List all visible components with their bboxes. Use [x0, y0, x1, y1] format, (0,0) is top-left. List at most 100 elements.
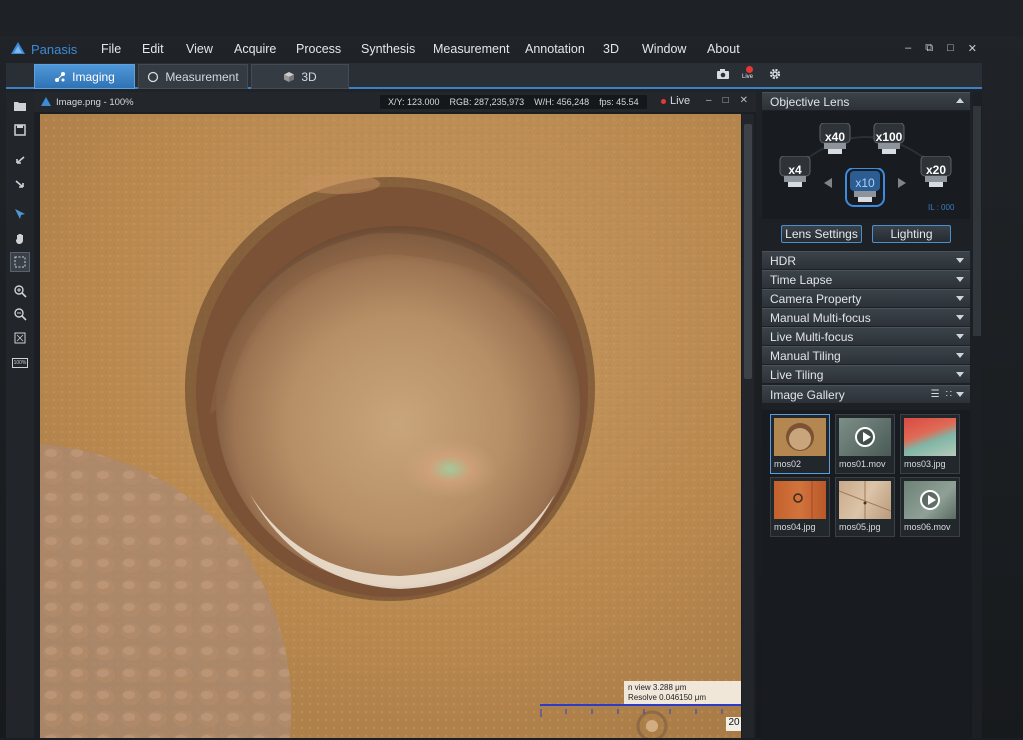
- undo-icon[interactable]: [11, 152, 29, 168]
- lens-x4[interactable]: x4: [778, 155, 812, 190]
- viewer-scrollbar[interactable]: [742, 114, 754, 738]
- gallery-item[interactable]: mos06.mov: [900, 477, 960, 537]
- pan-hand-icon[interactable]: [11, 230, 29, 246]
- live-record-button[interactable]: Live: [742, 66, 756, 82]
- gallery-item[interactable]: mos04.jpg: [770, 477, 830, 537]
- lens-label: x40: [824, 130, 846, 144]
- maximize-icon[interactable]: □: [947, 42, 954, 55]
- viewer-header: Image.png - 100% X/Y: 123.000 RGB: 287,2…: [34, 92, 756, 112]
- open-folder-icon[interactable]: [11, 98, 29, 114]
- zoom-out-icon[interactable]: [11, 306, 29, 322]
- close-icon[interactable]: ✕: [968, 42, 977, 55]
- rect-select-icon[interactable]: [10, 252, 30, 272]
- lens-x20[interactable]: x20: [919, 155, 953, 190]
- right-panel-scrollbar[interactable]: [972, 92, 982, 738]
- menu-measurement[interactable]: Measurement: [433, 42, 509, 56]
- imaging-icon: [55, 71, 66, 82]
- logo-icon: [11, 42, 25, 54]
- section-live-multi-focus[interactable]: Live Multi-focus: [762, 327, 970, 345]
- expand-caret-icon: [956, 334, 964, 339]
- menu-window[interactable]: Window: [642, 42, 686, 56]
- minimize-icon[interactable]: –: [905, 42, 911, 55]
- menu-acquire[interactable]: Acquire: [234, 42, 276, 56]
- right-panel: Objective Lens x40 x100 x4 x20 x10 IL: …: [762, 92, 970, 740]
- image-gallery: mos02 mos01.mov mos03.jpg mos04.jpg mos0…: [762, 410, 970, 740]
- expand-caret-icon: [956, 315, 964, 320]
- section-image-gallery[interactable]: Image Gallery ☰ ∷: [762, 385, 970, 403]
- minimize-icon[interactable]: –: [706, 95, 712, 106]
- section-title: Live Tiling: [770, 367, 824, 382]
- viewer-stats: X/Y: 123.000 RGB: 287,235,973 W/H: 456,2…: [380, 95, 647, 109]
- microscope-image-canvas: [40, 114, 741, 738]
- restore-icon[interactable]: ⧉: [925, 42, 933, 55]
- menu-about[interactable]: About: [707, 42, 740, 56]
- section-hdr[interactable]: HDR: [762, 251, 970, 269]
- section-title: Manual Tiling: [770, 348, 841, 363]
- lighting-button[interactable]: Lighting: [872, 225, 951, 243]
- gallery-item[interactable]: mos01.mov: [835, 414, 895, 474]
- thumbnail-name: mos02: [774, 459, 802, 469]
- menu-file[interactable]: File: [101, 42, 121, 56]
- menu-3d[interactable]: 3D: [603, 42, 619, 56]
- thumbnail-name: mos05.jpg: [839, 522, 881, 532]
- lens-label: x4: [788, 163, 802, 177]
- scale-view-text: n view 3.288 μm: [628, 683, 687, 692]
- thumbnail: [904, 418, 956, 456]
- gallery-view-tools: ☰ ∷: [931, 389, 952, 400]
- lens-settings-button[interactable]: Lens Settings: [781, 225, 862, 243]
- section-manual-tiling[interactable]: Manual Tiling: [762, 346, 970, 364]
- zoom-100-icon[interactable]: 100%: [11, 355, 29, 371]
- scale-resolve-text: Resolve 0.046150 μm: [628, 693, 706, 702]
- zoom-in-icon[interactable]: [11, 283, 29, 299]
- save-icon[interactable]: [11, 122, 29, 138]
- redo-icon[interactable]: [11, 176, 29, 192]
- scrollbar-thumb[interactable]: [744, 124, 752, 379]
- fps-readout: fps: 45.54: [599, 97, 639, 107]
- close-icon[interactable]: ✕: [740, 95, 748, 106]
- select-arrow-icon[interactable]: [11, 206, 29, 222]
- section-time-lapse[interactable]: Time Lapse: [762, 270, 970, 288]
- section-objective-lens[interactable]: Objective Lens: [762, 92, 970, 110]
- thumbnail: [774, 418, 826, 456]
- expand-caret-icon: [956, 392, 964, 397]
- expand-caret-icon: [956, 296, 964, 301]
- grid-view-icon[interactable]: ∷: [946, 389, 952, 400]
- menu-process[interactable]: Process: [296, 42, 341, 56]
- live-label: Live: [670, 95, 691, 107]
- scrollbar-thumb[interactable]: [973, 106, 981, 336]
- app-name: Panasis: [31, 41, 78, 57]
- gallery-item[interactable]: mos03.jpg: [900, 414, 960, 474]
- gallery-item[interactable]: mos02: [770, 414, 830, 474]
- tab-measurement[interactable]: Measurement: [138, 64, 248, 89]
- menu-bar: Panasis File Edit View Acquire Process S…: [0, 36, 1023, 62]
- camera-icon[interactable]: [716, 68, 730, 80]
- app-window: Panasis File Edit View Acquire Process S…: [0, 0, 1023, 740]
- fit-icon[interactable]: [11, 330, 29, 346]
- tab-imaging[interactable]: Imaging: [34, 64, 135, 89]
- mode-tab-bar: Imaging Measurement 3D Live: [6, 63, 982, 89]
- section-camera-property[interactable]: Camera Property: [762, 289, 970, 307]
- menu-edit[interactable]: Edit: [142, 42, 164, 56]
- gear-icon[interactable]: [768, 67, 782, 81]
- thumbnail-name: mos03.jpg: [904, 459, 946, 469]
- section-manual-multi-focus[interactable]: Manual Multi-focus: [762, 308, 970, 326]
- live-dot-icon: [661, 98, 666, 104]
- section-live-tiling[interactable]: Live Tiling: [762, 365, 970, 383]
- measurement-icon: [148, 71, 159, 82]
- menu-view[interactable]: View: [186, 42, 213, 56]
- expand-caret-icon: [956, 353, 964, 358]
- lens-x100[interactable]: x100: [872, 122, 906, 157]
- maximize-icon[interactable]: □: [723, 95, 729, 106]
- image-viewer: Image.png - 100% X/Y: 123.000 RGB: 287,2…: [34, 92, 756, 738]
- lens-x40[interactable]: x40: [818, 122, 852, 157]
- live-indicator[interactable]: Live: [661, 95, 690, 107]
- menu-synthesis[interactable]: Synthesis: [361, 42, 415, 56]
- list-view-icon[interactable]: ☰: [931, 389, 940, 400]
- gallery-item[interactable]: mos05.jpg: [835, 477, 895, 537]
- tab-label: Imaging: [72, 69, 115, 84]
- tab-label: 3D: [301, 69, 317, 84]
- microscope-image[interactable]: n view 3.288 μm Resolve 0.046150 μm 20: [40, 114, 741, 738]
- menu-annotation[interactable]: Annotation: [525, 42, 585, 56]
- lens-x10[interactable]: x10: [845, 167, 885, 208]
- tab-3d[interactable]: 3D: [251, 64, 349, 89]
